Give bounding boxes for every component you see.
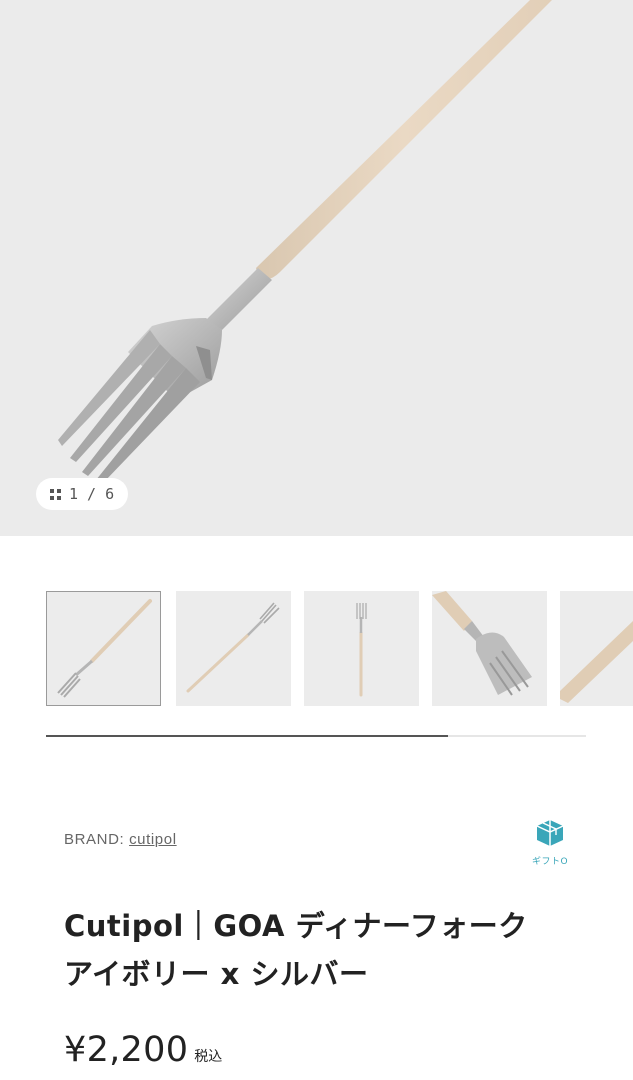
fork-image [58,0,552,482]
gallery-scroll-thumb [46,735,449,737]
thumbnail-3[interactable] [304,591,419,706]
thumbnail-fork-diagonal [57,599,152,698]
brand-prefix: BRAND: [64,831,125,848]
image-counter[interactable]: 1 / 6 [36,478,129,510]
product-title-line-1: Cutipol｜GOA ディナーフォーク [64,909,528,943]
price-value: ¥2,200 [64,1030,189,1070]
thumbnail-1[interactable] [46,591,161,706]
brand-line: BRAND: cutipol [64,831,177,848]
thumbnail-5[interactable] [560,591,633,706]
gallery-scroll-bar [46,735,586,737]
gift-label: ギフトO [531,857,569,867]
thumbnail-fork-reversed [186,602,280,693]
grid-icon [50,488,61,500]
thumbnail-2[interactable] [176,591,291,706]
product-title-line-2: アイボリー x シルバー [64,957,369,991]
thumbnail-strip [46,591,633,707]
gift-box-icon [536,820,564,846]
tax-label: 税込 [194,1049,223,1065]
thumbnail-fork-vertical [356,603,367,697]
image-counter-text: 1 / 6 [69,485,115,503]
product-page: 1 / 6 BRAND: cutipol ギフトO Cutipol｜GOA ディ… [0,0,633,1080]
product-price: ¥2,200 税込 [64,1030,222,1070]
thumbnail-handle-closeup [560,621,633,703]
product-title: Cutipol｜GOA ディナーフォーク アイボリー x シルバー [64,902,584,998]
main-product-image[interactable]: 1 / 6 [0,0,633,536]
thumbnail-4[interactable] [432,591,547,706]
thumbnail-fork-closeup [432,591,532,696]
gift-badge[interactable]: ギフトO [524,818,576,868]
brand-link[interactable]: cutipol [129,831,177,848]
